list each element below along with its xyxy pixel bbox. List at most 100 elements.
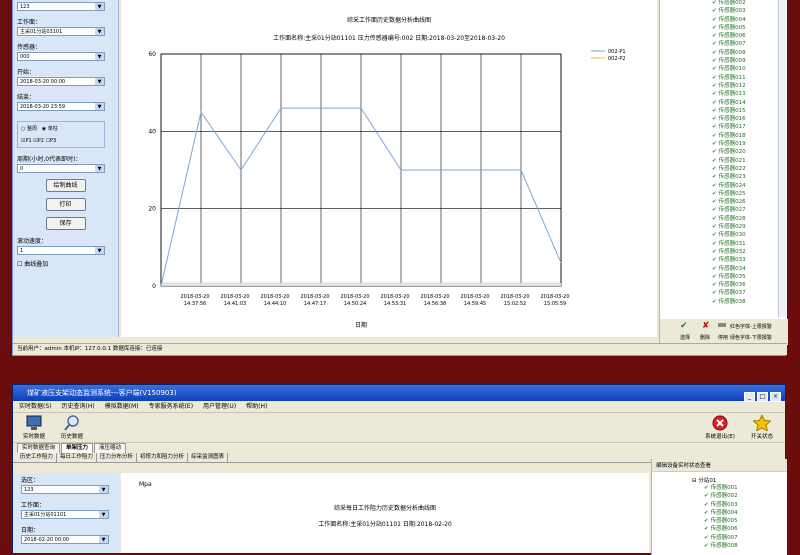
print-button[interactable]: 打印 [45, 198, 86, 211]
sub-tab[interactable]: 压力分布分析 [97, 453, 138, 462]
sensor-tree-item[interactable]: ✔ 传感器006 [660, 32, 778, 40]
query-panel: 123 ▼ 工作面： 主采01分站03101 ▼ 传感器： 000 ▼ 开始： 201… [13, 0, 119, 337]
face-select[interactable]: 主采01分站03101 ▼ [17, 27, 105, 36]
sensor-tree-label: 传感器010 [718, 66, 746, 73]
sensor-tree-label: 传感器009 [718, 58, 746, 65]
sensor-tree-item[interactable]: ✔ 传感器034 [660, 265, 778, 273]
sensor-tree-item[interactable]: ✔ 传感器014 [660, 99, 778, 107]
history-data-button[interactable]: 历史数据 [55, 415, 89, 440]
sensor-tree-item[interactable]: ✔ 传感器029 [660, 223, 778, 231]
device-tree-item[interactable]: ✔ 传感器005 [652, 517, 787, 525]
sensor-tree-item[interactable]: ✔ 传感器021 [660, 157, 778, 165]
maximize-icon[interactable]: □ [757, 392, 768, 402]
tree-scrollbar[interactable] [778, 0, 787, 317]
face-label: 工作面： [21, 502, 46, 509]
device-tree-item[interactable]: ✔ 传感器003 [652, 501, 787, 509]
sensor-tree-item[interactable]: ✔ 传感器027 [660, 206, 778, 214]
device-status-title: 编辑设备实时状态查看 [652, 459, 787, 472]
end-datetime[interactable]: 2018-03-20 23:59 ▼ [17, 102, 105, 111]
sensor-tree-item[interactable]: ✔ 传感器010 [660, 65, 778, 73]
sensor-tree-item[interactable]: ✔ 传感器011 [660, 74, 778, 82]
window-controls: _ □ × [742, 388, 781, 404]
device-tree-item[interactable]: ✔ 传感器007 [652, 534, 787, 542]
sensor-tree-item[interactable]: ✔ 传感器036 [660, 281, 778, 289]
minimize-icon[interactable]: _ [744, 392, 755, 402]
sensor-tree-item[interactable]: ✔ 传感器012 [660, 82, 778, 90]
device-tree[interactable]: ✔ 传感器001 ✔ 传感器002 ✔ 传感器003 ✔ 传感器004 ✔ 传感器005 ✔ 传感器0… [652, 484, 787, 550]
sensor-tree-item[interactable]: ✔ 传感器018 [660, 132, 778, 140]
sub-tab[interactable]: 初撑力和阻力分析 [137, 453, 189, 462]
sensor-tree-item[interactable]: ✔ 传感器017 [660, 123, 778, 131]
area-select[interactable]: 123 ▼ [17, 2, 105, 11]
x-tick-label: 14:56:38 [424, 301, 446, 307]
date-select[interactable]: 2018-02-20 00:00 ▼ [21, 535, 109, 544]
sensor-tree-item[interactable]: ✔ 传感器013 [660, 90, 778, 98]
menu-item[interactable]: 历史查询(H) [62, 403, 95, 410]
chevron-down-icon: ▼ [99, 511, 108, 518]
sensor-tree-item[interactable]: ✔ 传感器030 [660, 231, 778, 239]
sensor-tree-label: 传感器005 [718, 24, 746, 31]
system-exit-button[interactable]: 系统退出(E) [703, 415, 737, 440]
sensor-tree-item[interactable]: ✔ 传感器015 [660, 107, 778, 115]
sub-tab[interactable]: 历史工作阻力 [17, 453, 58, 462]
draw-curve-button[interactable]: 绘制曲线 [45, 179, 86, 192]
sensor-tree-item[interactable]: ✔ 传感器009 [660, 57, 778, 65]
main-tab[interactable]: 单架压力 [61, 443, 94, 453]
cycle-select[interactable]: 0 ▼ [17, 164, 105, 173]
menu-item[interactable]: 模拟数据(M) [105, 403, 139, 410]
sensor-tree-item[interactable]: ✔ 传感器033 [660, 256, 778, 264]
switch-status-button[interactable]: 开关状态 [745, 415, 779, 440]
tree-root[interactable]: ⊟ 分站01 [652, 476, 787, 484]
sensor-tree-item[interactable]: ✔ 传感器022 [660, 165, 778, 173]
cycle-value: 0 [20, 166, 24, 172]
sub-tab[interactable]: 综采监测图表 [188, 453, 229, 462]
close-icon[interactable]: × [770, 392, 781, 402]
area-select[interactable]: 123 ▼ [21, 485, 109, 494]
sensor-tree-item[interactable]: ✔ 传感器003 [660, 7, 778, 15]
sensor-tree-item[interactable]: ✔ 传感器008 [660, 49, 778, 57]
sensor-tree-item[interactable]: ✔ 传感器026 [660, 198, 778, 206]
sensor-tree-item[interactable]: ✔ 传感器002 [660, 0, 778, 7]
sensor-tree-item[interactable]: ✔ 传感器007 [660, 40, 778, 48]
main-tab[interactable]: 液压缩动 [94, 443, 127, 453]
sensor-tree-item[interactable]: ✔ 传感器038 [660, 298, 778, 306]
sensor-tree-item[interactable]: ✔ 传感器004 [660, 16, 778, 24]
start-datetime[interactable]: 2018-03-20 00:00 ▼ [17, 77, 105, 86]
menu-item[interactable]: 帮助(H) [246, 403, 267, 410]
sensor-tree-item[interactable]: ✔ 传感器019 [660, 140, 778, 148]
stop-button[interactable]: 停用 [718, 334, 728, 341]
menu-item[interactable]: 专家服务系统(E) [149, 403, 193, 410]
sensor-tree-item[interactable]: ✔ 传感器025 [660, 190, 778, 198]
speed-select[interactable]: 1 ▼ [17, 246, 105, 255]
menu-item[interactable]: 用户管理(U) [203, 403, 236, 410]
face-select[interactable]: 主采01分站01101 ▼ [21, 510, 109, 519]
sensor-tree-item[interactable]: ✔ 传感器020 [660, 148, 778, 156]
delete-button[interactable]: 删除 [700, 334, 710, 341]
sensor-tree-item[interactable]: ✔ 传感器016 [660, 115, 778, 123]
sensor-tree-item[interactable]: ✔ 传感器037 [660, 289, 778, 297]
device-tree-item[interactable]: ✔ 传感器001 [652, 484, 787, 492]
sensor-tree-item[interactable]: ✔ 传感器023 [660, 173, 778, 181]
sensor-tree[interactable]: ✔ 传感器002 ✔ 传感器003 ✔ 传感器004 ✔ 传感器005 ✔ 传感器006 ✔ 传感器0… [660, 0, 778, 317]
device-tree-item[interactable]: ✔ 传感器002 [652, 492, 787, 500]
sensor-select[interactable]: 000 ▼ [17, 52, 105, 61]
menu-item[interactable]: 实时数据(S) [19, 403, 52, 410]
realtime-data-button[interactable]: 实时数据 [17, 415, 51, 440]
y-tick-label: 60 [148, 51, 156, 58]
sensor-tree-item[interactable]: ✔ 传感器028 [660, 215, 778, 223]
sensor-tree-label: 传感器004 [718, 16, 746, 23]
device-tree-item[interactable]: ✔ 传感器004 [652, 509, 787, 517]
sub-tab[interactable]: 每日工作阻力 [57, 453, 98, 462]
device-tree-item[interactable]: ✔ 传感器006 [652, 525, 787, 533]
sensor-tree-item[interactable]: ✔ 传感器024 [660, 182, 778, 190]
sensor-tree-item[interactable]: ✔ 传感器031 [660, 240, 778, 248]
device-tree-item[interactable]: ✔ 传感器008 [652, 542, 787, 550]
sensor-tree-item[interactable]: ✔ 传感器035 [660, 273, 778, 281]
select-button[interactable]: 选择 [680, 334, 690, 341]
main-tab[interactable]: 实时数据查询 [17, 443, 61, 453]
check-icon: ✔ [712, 248, 717, 255]
save-button[interactable]: 保存 [45, 217, 86, 230]
sensor-tree-item[interactable]: ✔ 传感器005 [660, 24, 778, 32]
check-icon: ✔ [712, 182, 717, 189]
sensor-tree-item[interactable]: ✔ 传感器032 [660, 248, 778, 256]
